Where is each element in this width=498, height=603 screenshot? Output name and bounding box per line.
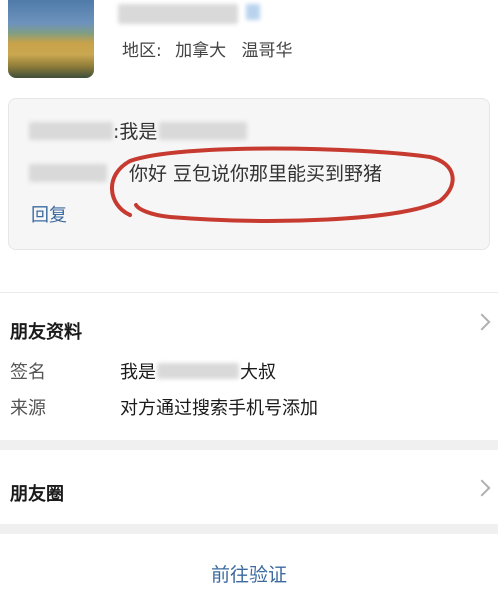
greeting-redacted-text — [159, 121, 248, 140]
greeting-line-2: 你好 豆包说你那里能买到野猪 — [29, 159, 382, 186]
source-label: 来源 — [10, 398, 46, 419]
nickname-redacted — [118, 4, 238, 24]
profile-header: 地区: 加拿大 温哥华 — [0, 0, 498, 90]
greeting-message-box: :我是 你好 豆包说你那里能买到野猪 回复 — [8, 98, 490, 250]
avatar[interactable] — [8, 0, 94, 78]
region-country: 加拿大 — [175, 41, 227, 61]
source-row: 来源 对方通过搜索手机号添加 — [10, 394, 318, 420]
section-separator — [0, 440, 498, 450]
sender-name-redacted — [29, 121, 113, 140]
region-label: 地区: — [122, 41, 162, 61]
greeting-line-2-text: 你好 豆包说你那里能买到野猪 — [129, 163, 383, 185]
verify-button[interactable]: 前往验证 — [0, 560, 498, 587]
signature-row: 签名 我是 大叔 — [10, 358, 276, 384]
signature-value: 我是 大叔 — [120, 358, 276, 384]
chevron-right-icon-2[interactable] — [473, 479, 491, 497]
signature-suffix: 大叔 — [240, 362, 276, 383]
chevron-right-icon[interactable] — [473, 313, 491, 331]
gender-icon — [246, 4, 260, 20]
divider — [0, 292, 498, 293]
signature-prefix: 我是 — [120, 362, 156, 383]
region-info: 地区: 加拿大 温哥华 — [122, 36, 303, 61]
signature-label: 签名 — [10, 362, 46, 383]
source-value: 对方通过搜索手机号添加 — [120, 398, 318, 419]
sender-name-redacted-2 — [29, 163, 107, 182]
friend-info-title[interactable]: 朋友资料 — [10, 318, 82, 344]
section-separator-2 — [0, 524, 498, 534]
signature-redacted — [157, 363, 239, 379]
moments-title[interactable]: 朋友圈 — [10, 480, 64, 506]
region-city: 温哥华 — [241, 41, 293, 61]
reply-link[interactable]: 回复 — [31, 201, 67, 227]
greeting-line-1: :我是 — [29, 117, 248, 144]
greeting-line-1-text: :我是 — [113, 121, 158, 143]
